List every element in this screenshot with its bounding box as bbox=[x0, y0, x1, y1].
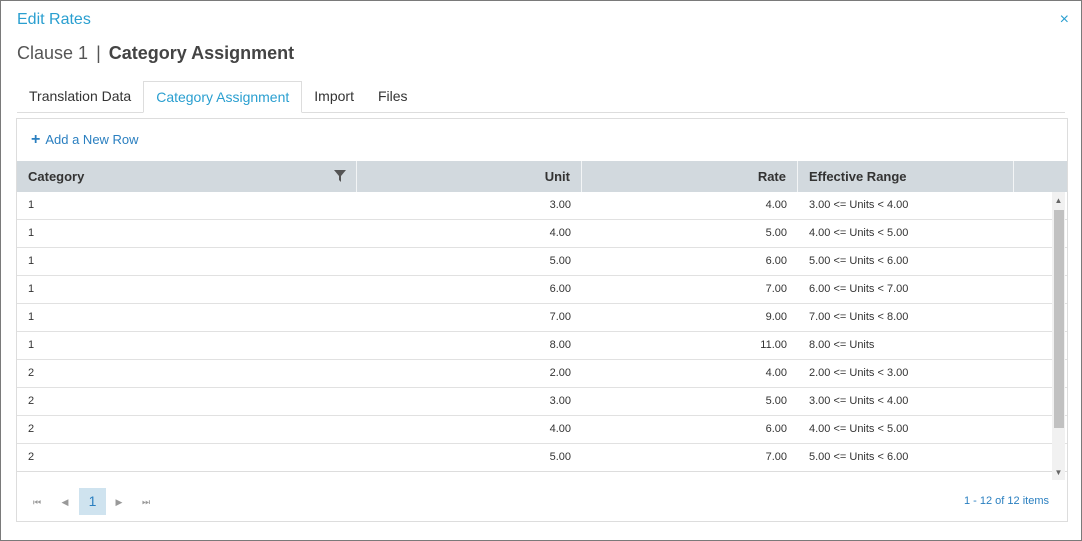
cell-effective-range: 4.00 <= Units < 5.00 bbox=[809, 423, 909, 435]
cell-effective-range: 8.00 <= Units bbox=[809, 339, 875, 351]
table-row[interactable]: 1 3.00 4.00 3.00 <= Units < 4.00 bbox=[17, 192, 1067, 220]
page-number-current[interactable]: 1 bbox=[79, 488, 106, 515]
cell-unit: 6.00 bbox=[549, 283, 571, 295]
table-row[interactable]: 2 2.00 4.00 2.00 <= Units < 3.00 bbox=[17, 360, 1067, 388]
tab-files[interactable]: Files bbox=[366, 81, 420, 113]
cell-rate: 7.00 bbox=[765, 283, 787, 295]
cell-category: 2 bbox=[28, 367, 35, 379]
cell-unit: 5.00 bbox=[549, 451, 571, 463]
cell-rate: 4.00 bbox=[765, 199, 787, 211]
cell-category: 1 bbox=[28, 255, 35, 267]
table-row[interactable]: 1 5.00 6.00 5.00 <= Units < 6.00 bbox=[17, 248, 1067, 276]
cell-unit: 3.00 bbox=[549, 395, 571, 407]
grid-header: Category Unit Rate Effective Range bbox=[17, 161, 1067, 192]
cell-category: 1 bbox=[28, 227, 35, 239]
vertical-scrollbar[interactable]: ▲ ▼ bbox=[1052, 192, 1065, 480]
cell-unit: 4.00 bbox=[549, 423, 571, 435]
cell-category: 1 bbox=[28, 339, 35, 351]
table-row[interactable]: 2 5.00 7.00 5.00 <= Units < 6.00 bbox=[17, 444, 1067, 471]
previous-page-icon[interactable]: ◀ bbox=[53, 490, 77, 514]
subtitle-separator: | bbox=[96, 43, 101, 63]
grid-body: 1 3.00 4.00 3.00 <= Units < 4.00 1 4.00 … bbox=[17, 192, 1067, 472]
cell-rate: 5.00 bbox=[765, 395, 787, 407]
cell-rate: 6.00 bbox=[765, 423, 787, 435]
add-new-row-label: Add a New Row bbox=[45, 132, 139, 147]
clause-label: Clause 1 bbox=[17, 43, 89, 63]
dialog-title: Edit Rates bbox=[17, 11, 91, 28]
cell-category: 1 bbox=[28, 199, 35, 211]
filter-icon[interactable] bbox=[334, 170, 346, 182]
pagination-info: 1 - 12 of 12 items bbox=[964, 495, 1049, 507]
cell-effective-range: 7.00 <= Units < 8.00 bbox=[809, 311, 909, 323]
grid-panel: + Add a New Row Category Unit Rate Effect… bbox=[16, 118, 1068, 522]
cell-category: 1 bbox=[28, 283, 35, 295]
tab-bar: Translation Data Category Assignment Imp… bbox=[17, 81, 1065, 113]
table-row[interactable]: 1 4.00 5.00 4.00 <= Units < 5.00 bbox=[17, 220, 1067, 248]
edit-rates-dialog: Edit Rates × Clause 1 | Category Assignm… bbox=[0, 0, 1082, 541]
pagination-bar: ⏮ ◀ 1 ▶ ⏭ 1 - 12 of 12 items bbox=[17, 481, 1067, 521]
cell-rate: 9.00 bbox=[765, 311, 787, 323]
column-header-effective-range[interactable]: Effective Range bbox=[798, 161, 1014, 192]
tab-translation-data[interactable]: Translation Data bbox=[17, 81, 143, 113]
column-header-category[interactable]: Category bbox=[17, 161, 357, 192]
dialog-title-bar: Edit Rates × bbox=[17, 11, 1069, 33]
plus-icon: + bbox=[31, 131, 41, 148]
cell-effective-range: 6.00 <= Units < 7.00 bbox=[809, 283, 909, 295]
scroll-down-arrow-icon[interactable]: ▼ bbox=[1052, 466, 1065, 480]
table-row[interactable]: 1 7.00 9.00 7.00 <= Units < 8.00 bbox=[17, 304, 1067, 332]
cell-effective-range: 2.00 <= Units < 3.00 bbox=[809, 367, 909, 379]
column-header-unit[interactable]: Unit bbox=[357, 161, 582, 192]
cell-unit: 2.00 bbox=[549, 367, 571, 379]
close-icon[interactable]: × bbox=[1060, 11, 1069, 29]
cell-rate: 11.00 bbox=[760, 339, 787, 351]
first-page-icon[interactable]: ⏮ bbox=[25, 490, 49, 514]
cell-category: 2 bbox=[28, 395, 35, 407]
cell-unit: 7.00 bbox=[549, 311, 571, 323]
column-header-spacer bbox=[1014, 161, 1067, 192]
cell-rate: 4.00 bbox=[765, 367, 787, 379]
next-page-icon[interactable]: ▶ bbox=[107, 490, 131, 514]
table-row[interactable]: 2 4.00 6.00 4.00 <= Units < 5.00 bbox=[17, 416, 1067, 444]
scroll-up-arrow-icon[interactable]: ▲ bbox=[1052, 194, 1065, 208]
cell-category: 2 bbox=[28, 451, 35, 463]
cell-rate: 7.00 bbox=[765, 451, 787, 463]
scrollbar-thumb[interactable] bbox=[1054, 210, 1064, 428]
cell-effective-range: 5.00 <= Units < 6.00 bbox=[809, 451, 909, 463]
column-header-rate[interactable]: Rate bbox=[582, 161, 798, 192]
cell-effective-range: 4.00 <= Units < 5.00 bbox=[809, 227, 909, 239]
cell-effective-range: 5.00 <= Units < 6.00 bbox=[809, 255, 909, 267]
tab-import[interactable]: Import bbox=[302, 81, 366, 113]
table-row[interactable]: 1 8.00 11.00 8.00 <= Units bbox=[17, 332, 1067, 360]
cell-effective-range: 3.00 <= Units < 4.00 bbox=[809, 199, 909, 211]
table-row[interactable]: 1 6.00 7.00 6.00 <= Units < 7.00 bbox=[17, 276, 1067, 304]
cell-category: 1 bbox=[28, 311, 35, 323]
table-row[interactable]: 2 3.00 5.00 3.00 <= Units < 4.00 bbox=[17, 388, 1067, 416]
cell-unit: 3.00 bbox=[549, 199, 571, 211]
cell-effective-range: 3.00 <= Units < 4.00 bbox=[809, 395, 909, 407]
page-subtitle: Clause 1 | Category Assignment bbox=[17, 43, 294, 64]
cell-rate: 5.00 bbox=[765, 227, 787, 239]
section-title: Category Assignment bbox=[108, 43, 295, 63]
cell-category: 2 bbox=[28, 423, 35, 435]
cell-unit: 4.00 bbox=[549, 227, 571, 239]
cell-unit: 5.00 bbox=[549, 255, 571, 267]
cell-rate: 6.00 bbox=[765, 255, 787, 267]
add-new-row-button[interactable]: + Add a New Row bbox=[31, 131, 139, 149]
tab-category-assignment[interactable]: Category Assignment bbox=[143, 81, 303, 113]
column-header-category-label: Category bbox=[28, 169, 85, 184]
cell-unit: 8.00 bbox=[549, 339, 571, 351]
last-page-icon[interactable]: ⏭ bbox=[134, 490, 158, 514]
